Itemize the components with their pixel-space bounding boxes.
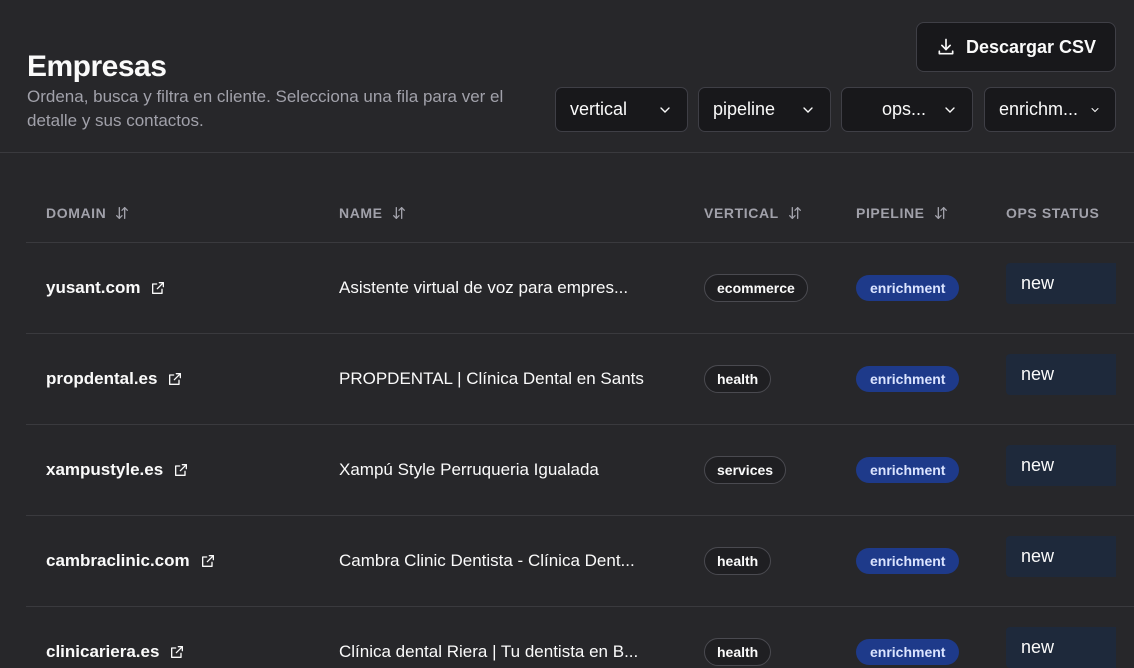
- column-header-label: PIPELINE: [856, 205, 925, 221]
- pipeline-badge: enrichment: [856, 548, 960, 574]
- external-link-icon[interactable]: [173, 462, 189, 478]
- page-header: Empresas Ordena, busca y filtra en clien…: [0, 0, 1134, 153]
- column-header-vertical[interactable]: VERTICAL: [704, 205, 803, 221]
- pipeline-badge: enrichment: [856, 275, 960, 301]
- ops-status-cell: new: [1006, 536, 1116, 577]
- external-link-icon[interactable]: [169, 644, 185, 660]
- companies-table: DOMAIN NAME VERTICAL PIPELINE OPS STATUS: [26, 185, 1134, 668]
- chevron-down-icon: [660, 106, 670, 113]
- pipeline-badge: enrichment: [856, 639, 960, 665]
- column-header-label: NAME: [339, 205, 383, 221]
- pipeline-badge: enrichment: [856, 366, 960, 392]
- external-link-icon[interactable]: [150, 280, 166, 296]
- vertical-badge: health: [704, 547, 772, 575]
- vertical-cell: services: [704, 425, 787, 515]
- table-row[interactable]: yusant.com Asistente virtual de voz para…: [26, 243, 1134, 334]
- column-header-label: DOMAIN: [46, 205, 107, 221]
- domain-cell: clinicariera.es: [46, 607, 185, 668]
- filter-enrichment-label: enrichm...: [999, 99, 1079, 119]
- domain-cell: yusant.com: [46, 243, 166, 333]
- pipeline-cell: enrichment: [856, 243, 960, 333]
- download-icon: [938, 38, 954, 55]
- column-header-pipeline[interactable]: PIPELINE: [856, 205, 949, 221]
- domain-text: clinicariera.es: [46, 642, 160, 661]
- name-cell: Cambra Clinic Dentista - Clínica Dent...: [339, 516, 669, 606]
- external-link-icon[interactable]: [200, 553, 216, 569]
- vertical-cell: health: [704, 334, 772, 424]
- domain-text: propdental.es: [46, 369, 158, 388]
- download-csv-button[interactable]: Descargar CSV: [916, 22, 1116, 72]
- vertical-badge: ecommerce: [704, 274, 808, 302]
- pipeline-cell: enrichment: [856, 607, 960, 668]
- table-row[interactable]: clinicariera.es Clínica dental Riera | T…: [26, 607, 1134, 668]
- name-text: PROPDENTAL | Clínica Dental en Sants: [339, 369, 644, 388]
- sort-icon: [934, 207, 947, 219]
- column-header-name[interactable]: NAME: [339, 205, 407, 221]
- table-row[interactable]: xampustyle.es Xampú Style Perruqueria Ig…: [26, 425, 1134, 516]
- vertical-cell: ecommerce: [704, 243, 808, 333]
- ops-status-cell: new: [1006, 263, 1116, 304]
- name-text: Asistente virtual de voz para empres...: [339, 278, 629, 297]
- vertical-badge: health: [704, 365, 772, 393]
- name-text: Xampú Style Perruqueria Igualada: [339, 460, 599, 479]
- sort-icon: [788, 207, 801, 219]
- filter-ops-status[interactable]: ops...: [841, 87, 973, 132]
- filter-enrichment[interactable]: enrichm...: [984, 87, 1116, 132]
- pipeline-cell: enrichment: [856, 334, 960, 424]
- filter-ops-status-label: ops...: [882, 99, 927, 119]
- filter-vertical-label: vertical: [570, 99, 628, 119]
- vertical-badge: health: [704, 638, 772, 666]
- table-header: DOMAIN NAME VERTICAL PIPELINE OPS STATUS: [26, 185, 1134, 243]
- pipeline-cell: enrichment: [856, 516, 960, 606]
- name-cell: Clínica dental Riera | Tu dentista en B.…: [339, 607, 669, 668]
- domain-text: yusant.com: [46, 278, 141, 297]
- chevron-down-icon: [1091, 107, 1099, 112]
- filter-vertical[interactable]: vertical: [555, 87, 688, 132]
- page-subtitle: Ordena, busca y filtra en cliente. Selec…: [27, 87, 504, 130]
- domain-cell: cambraclinic.com: [46, 516, 216, 606]
- domain-text: cambraclinic.com: [46, 551, 190, 570]
- domain-cell: propdental.es: [46, 334, 183, 424]
- external-link-icon[interactable]: [167, 371, 183, 387]
- name-cell: PROPDENTAL | Clínica Dental en Sants: [339, 334, 669, 424]
- chevron-down-icon: [803, 106, 813, 113]
- name-text: Clínica dental Riera | Tu dentista en B.…: [339, 642, 639, 661]
- domain-cell: xampustyle.es: [46, 425, 189, 515]
- companies-page: Empresas Ordena, busca y filtra en clien…: [0, 0, 1134, 668]
- download-csv-label: Descargar CSV: [965, 36, 1097, 57]
- pipeline-cell: enrichment: [856, 425, 960, 515]
- name-cell: Xampú Style Perruqueria Igualada: [339, 425, 669, 515]
- pipeline-badge: enrichment: [856, 457, 960, 483]
- table-row[interactable]: propdental.es PROPDENTAL | Clínica Denta…: [26, 334, 1134, 425]
- name-cell: Asistente virtual de voz para empres...: [339, 243, 669, 333]
- vertical-cell: health: [704, 516, 772, 606]
- chevron-down-icon: [945, 106, 955, 113]
- vertical-badge: services: [704, 456, 787, 484]
- column-header-domain[interactable]: DOMAIN: [46, 205, 130, 221]
- name-text: Cambra Clinic Dentista - Clínica Dent...: [339, 551, 635, 570]
- sort-icon: [392, 207, 405, 219]
- table-row[interactable]: cambraclinic.com Cambra Clinic Dentista …: [26, 516, 1134, 607]
- ops-status-cell: new: [1006, 627, 1116, 668]
- ops-status-cell: new: [1006, 445, 1116, 486]
- vertical-cell: health: [704, 607, 772, 668]
- column-header-label: VERTICAL: [704, 205, 779, 221]
- sort-icon: [116, 207, 129, 219]
- column-header-label: OPS STATUS: [1006, 205, 1100, 221]
- ops-status-cell: new: [1006, 354, 1116, 395]
- filter-pipeline-label: pipeline: [713, 99, 776, 119]
- filter-pipeline[interactable]: pipeline: [698, 87, 831, 132]
- domain-text: xampustyle.es: [46, 460, 164, 479]
- page-title: Empresas: [27, 50, 167, 83]
- column-header-ops-status[interactable]: OPS STATUS: [1006, 205, 1099, 221]
